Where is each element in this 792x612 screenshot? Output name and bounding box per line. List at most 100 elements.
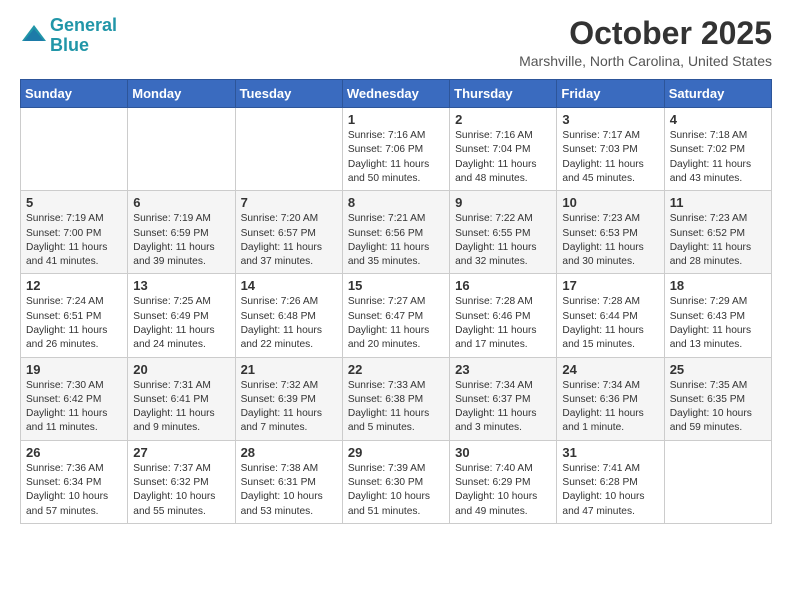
day-info: Sunrise: 7:26 AMSunset: 6:48 PMDaylight:… [241, 295, 337, 352]
day-info: Sunrise: 7:27 AMSunset: 6:47 PMDaylight:… [348, 295, 444, 352]
location: Marshville, North Carolina, United State… [519, 53, 772, 69]
logo-text: General Blue [50, 16, 117, 56]
calendar-cell [235, 108, 342, 191]
day-info: Sunrise: 7:35 AMSunset: 6:35 PMDaylight:… [670, 379, 766, 436]
logo-icon [20, 23, 48, 45]
calendar-cell: 31 Sunrise: 7:41 AMSunset: 6:28 PMDayligh… [557, 440, 664, 523]
calendar-cell: 14 Sunrise: 7:26 AMSunset: 6:48 PMDayligh… [235, 274, 342, 357]
calendar-cell: 13Sunrise: 7:25 AMSunset: 6:49 PMDayligh… [128, 274, 235, 357]
day-info: Sunrise: 7:36 AMSunset: 6:34 PMDaylight:… [26, 462, 122, 519]
month-title: October 2025 [519, 16, 772, 51]
calendar-cell: 15Sunrise: 7:27 AMSunset: 6:47 PMDayligh… [342, 274, 449, 357]
calendar-cell: 25 Sunrise: 7:35 AMSunset: 6:35 PMDayligh… [664, 357, 771, 440]
day-number: 27 [133, 445, 229, 460]
day-number: 24 [562, 362, 658, 377]
title-block: October 2025 Marshville, North Carolina,… [519, 16, 772, 69]
calendar-cell: 23 Sunrise: 7:34 AMSunset: 6:37 PMDayligh… [450, 357, 557, 440]
day-number: 30 [455, 445, 551, 460]
day-info: Sunrise: 7:41 AMSunset: 6:28 PMDaylight:… [562, 462, 658, 519]
day-number: 21 [241, 362, 337, 377]
weekday-header-tuesday: Tuesday [235, 80, 342, 108]
calendar-cell: 4 Sunrise: 7:18 AMSunset: 7:02 PMDaylight… [664, 108, 771, 191]
calendar-cell: 27 Sunrise: 7:37 AMSunset: 6:32 PMDayligh… [128, 440, 235, 523]
day-number: 5 [26, 195, 122, 210]
calendar-cell: 21 Sunrise: 7:32 AMSunset: 6:39 PMDayligh… [235, 357, 342, 440]
calendar-cell: 8 Sunrise: 7:21 AMSunset: 6:56 PMDaylight… [342, 191, 449, 274]
logo-general: General [50, 15, 117, 35]
calendar-week-5: 26 Sunrise: 7:36 AMSunset: 6:34 PMDayligh… [21, 440, 772, 523]
calendar-cell: 9 Sunrise: 7:22 AMSunset: 6:55 PMDaylight… [450, 191, 557, 274]
day-number: 25 [670, 362, 766, 377]
day-info: Sunrise: 7:19 AMSunset: 7:00 PMDaylight:… [26, 212, 122, 269]
day-number: 12 [26, 278, 122, 293]
day-info: Sunrise: 7:18 AMSunset: 7:02 PMDaylight:… [670, 129, 766, 186]
weekday-header-monday: Monday [128, 80, 235, 108]
day-number: 10 [562, 195, 658, 210]
calendar-cell: 19 Sunrise: 7:30 AMSunset: 6:42 PMDayligh… [21, 357, 128, 440]
calendar-cell: 3Sunrise: 7:17 AMSunset: 7:03 PMDaylight… [557, 108, 664, 191]
day-info: Sunrise: 7:34 AMSunset: 6:37 PMDaylight:… [455, 379, 551, 436]
logo-blue: Blue [50, 35, 89, 55]
day-info: Sunrise: 7:28 AMSunset: 6:46 PMDaylight:… [455, 295, 551, 352]
day-info: Sunrise: 7:31 AMSunset: 6:41 PMDaylight:… [133, 379, 229, 436]
day-info: Sunrise: 7:32 AMSunset: 6:39 PMDaylight:… [241, 379, 337, 436]
day-info: Sunrise: 7:17 AMSunset: 7:03 PMDaylight:… [562, 129, 658, 186]
day-info: Sunrise: 7:40 AMSunset: 6:29 PMDaylight:… [455, 462, 551, 519]
day-number: 14 [241, 278, 337, 293]
day-number: 29 [348, 445, 444, 460]
calendar-cell [21, 108, 128, 191]
day-number: 2 [455, 112, 551, 127]
calendar-cell: 1Sunrise: 7:16 AMSunset: 7:06 PMDaylight… [342, 108, 449, 191]
day-number: 20 [133, 362, 229, 377]
day-number: 31 [562, 445, 658, 460]
day-info: Sunrise: 7:24 AMSunset: 6:51 PMDaylight:… [26, 295, 122, 352]
calendar-cell: 16 Sunrise: 7:28 AMSunset: 6:46 PMDayligh… [450, 274, 557, 357]
calendar-week-1: 1Sunrise: 7:16 AMSunset: 7:06 PMDaylight… [21, 108, 772, 191]
calendar-cell [128, 108, 235, 191]
day-info: Sunrise: 7:34 AMSunset: 6:36 PMDaylight:… [562, 379, 658, 436]
calendar-cell: 10 Sunrise: 7:23 AMSunset: 6:53 PMDayligh… [557, 191, 664, 274]
day-number: 23 [455, 362, 551, 377]
day-info: Sunrise: 7:23 AMSunset: 6:53 PMDaylight:… [562, 212, 658, 269]
day-info: Sunrise: 7:19 AMSunset: 6:59 PMDaylight:… [133, 212, 229, 269]
day-info: Sunrise: 7:16 AMSunset: 7:06 PMDaylight:… [348, 129, 444, 186]
day-info: Sunrise: 7:30 AMSunset: 6:42 PMDaylight:… [26, 379, 122, 436]
day-info: Sunrise: 7:20 AMSunset: 6:57 PMDaylight:… [241, 212, 337, 269]
day-info: Sunrise: 7:39 AMSunset: 6:30 PMDaylight:… [348, 462, 444, 519]
day-info: Sunrise: 7:25 AMSunset: 6:49 PMDaylight:… [133, 295, 229, 352]
day-number: 8 [348, 195, 444, 210]
day-number: 7 [241, 195, 337, 210]
calendar-cell: 24 Sunrise: 7:34 AMSunset: 6:36 PMDayligh… [557, 357, 664, 440]
day-number: 9 [455, 195, 551, 210]
calendar-cell [664, 440, 771, 523]
calendar-cell: 12 Sunrise: 7:24 AMSunset: 6:51 PMDayligh… [21, 274, 128, 357]
calendar-cell: 7 Sunrise: 7:20 AMSunset: 6:57 PMDaylight… [235, 191, 342, 274]
day-info: Sunrise: 7:28 AMSunset: 6:44 PMDaylight:… [562, 295, 658, 352]
day-number: 28 [241, 445, 337, 460]
day-info: Sunrise: 7:16 AMSunset: 7:04 PMDaylight:… [455, 129, 551, 186]
day-info: Sunrise: 7:33 AMSunset: 6:38 PMDaylight:… [348, 379, 444, 436]
calendar-cell: 6Sunrise: 7:19 AMSunset: 6:59 PMDaylight… [128, 191, 235, 274]
day-info: Sunrise: 7:22 AMSunset: 6:55 PMDaylight:… [455, 212, 551, 269]
calendar-table: SundayMondayTuesdayWednesdayThursdayFrid… [20, 79, 772, 524]
calendar-cell: 5 Sunrise: 7:19 AMSunset: 7:00 PMDaylight… [21, 191, 128, 274]
day-number: 16 [455, 278, 551, 293]
day-number: 4 [670, 112, 766, 127]
calendar-week-3: 12 Sunrise: 7:24 AMSunset: 6:51 PMDayligh… [21, 274, 772, 357]
logo: General Blue [20, 16, 117, 56]
weekday-header-friday: Friday [557, 80, 664, 108]
day-info: Sunrise: 7:38 AMSunset: 6:31 PMDaylight:… [241, 462, 337, 519]
day-number: 11 [670, 195, 766, 210]
calendar-cell: 17 Sunrise: 7:28 AMSunset: 6:44 PMDayligh… [557, 274, 664, 357]
day-number: 26 [26, 445, 122, 460]
day-info: Sunrise: 7:23 AMSunset: 6:52 PMDaylight:… [670, 212, 766, 269]
day-info: Sunrise: 7:21 AMSunset: 6:56 PMDaylight:… [348, 212, 444, 269]
calendar-week-4: 19 Sunrise: 7:30 AMSunset: 6:42 PMDayligh… [21, 357, 772, 440]
day-info: Sunrise: 7:37 AMSunset: 6:32 PMDaylight:… [133, 462, 229, 519]
calendar-cell: 29 Sunrise: 7:39 AMSunset: 6:30 PMDayligh… [342, 440, 449, 523]
weekday-header-row: SundayMondayTuesdayWednesdayThursdayFrid… [21, 80, 772, 108]
day-number: 17 [562, 278, 658, 293]
calendar-cell: 26 Sunrise: 7:36 AMSunset: 6:34 PMDayligh… [21, 440, 128, 523]
weekday-header-wednesday: Wednesday [342, 80, 449, 108]
day-number: 19 [26, 362, 122, 377]
